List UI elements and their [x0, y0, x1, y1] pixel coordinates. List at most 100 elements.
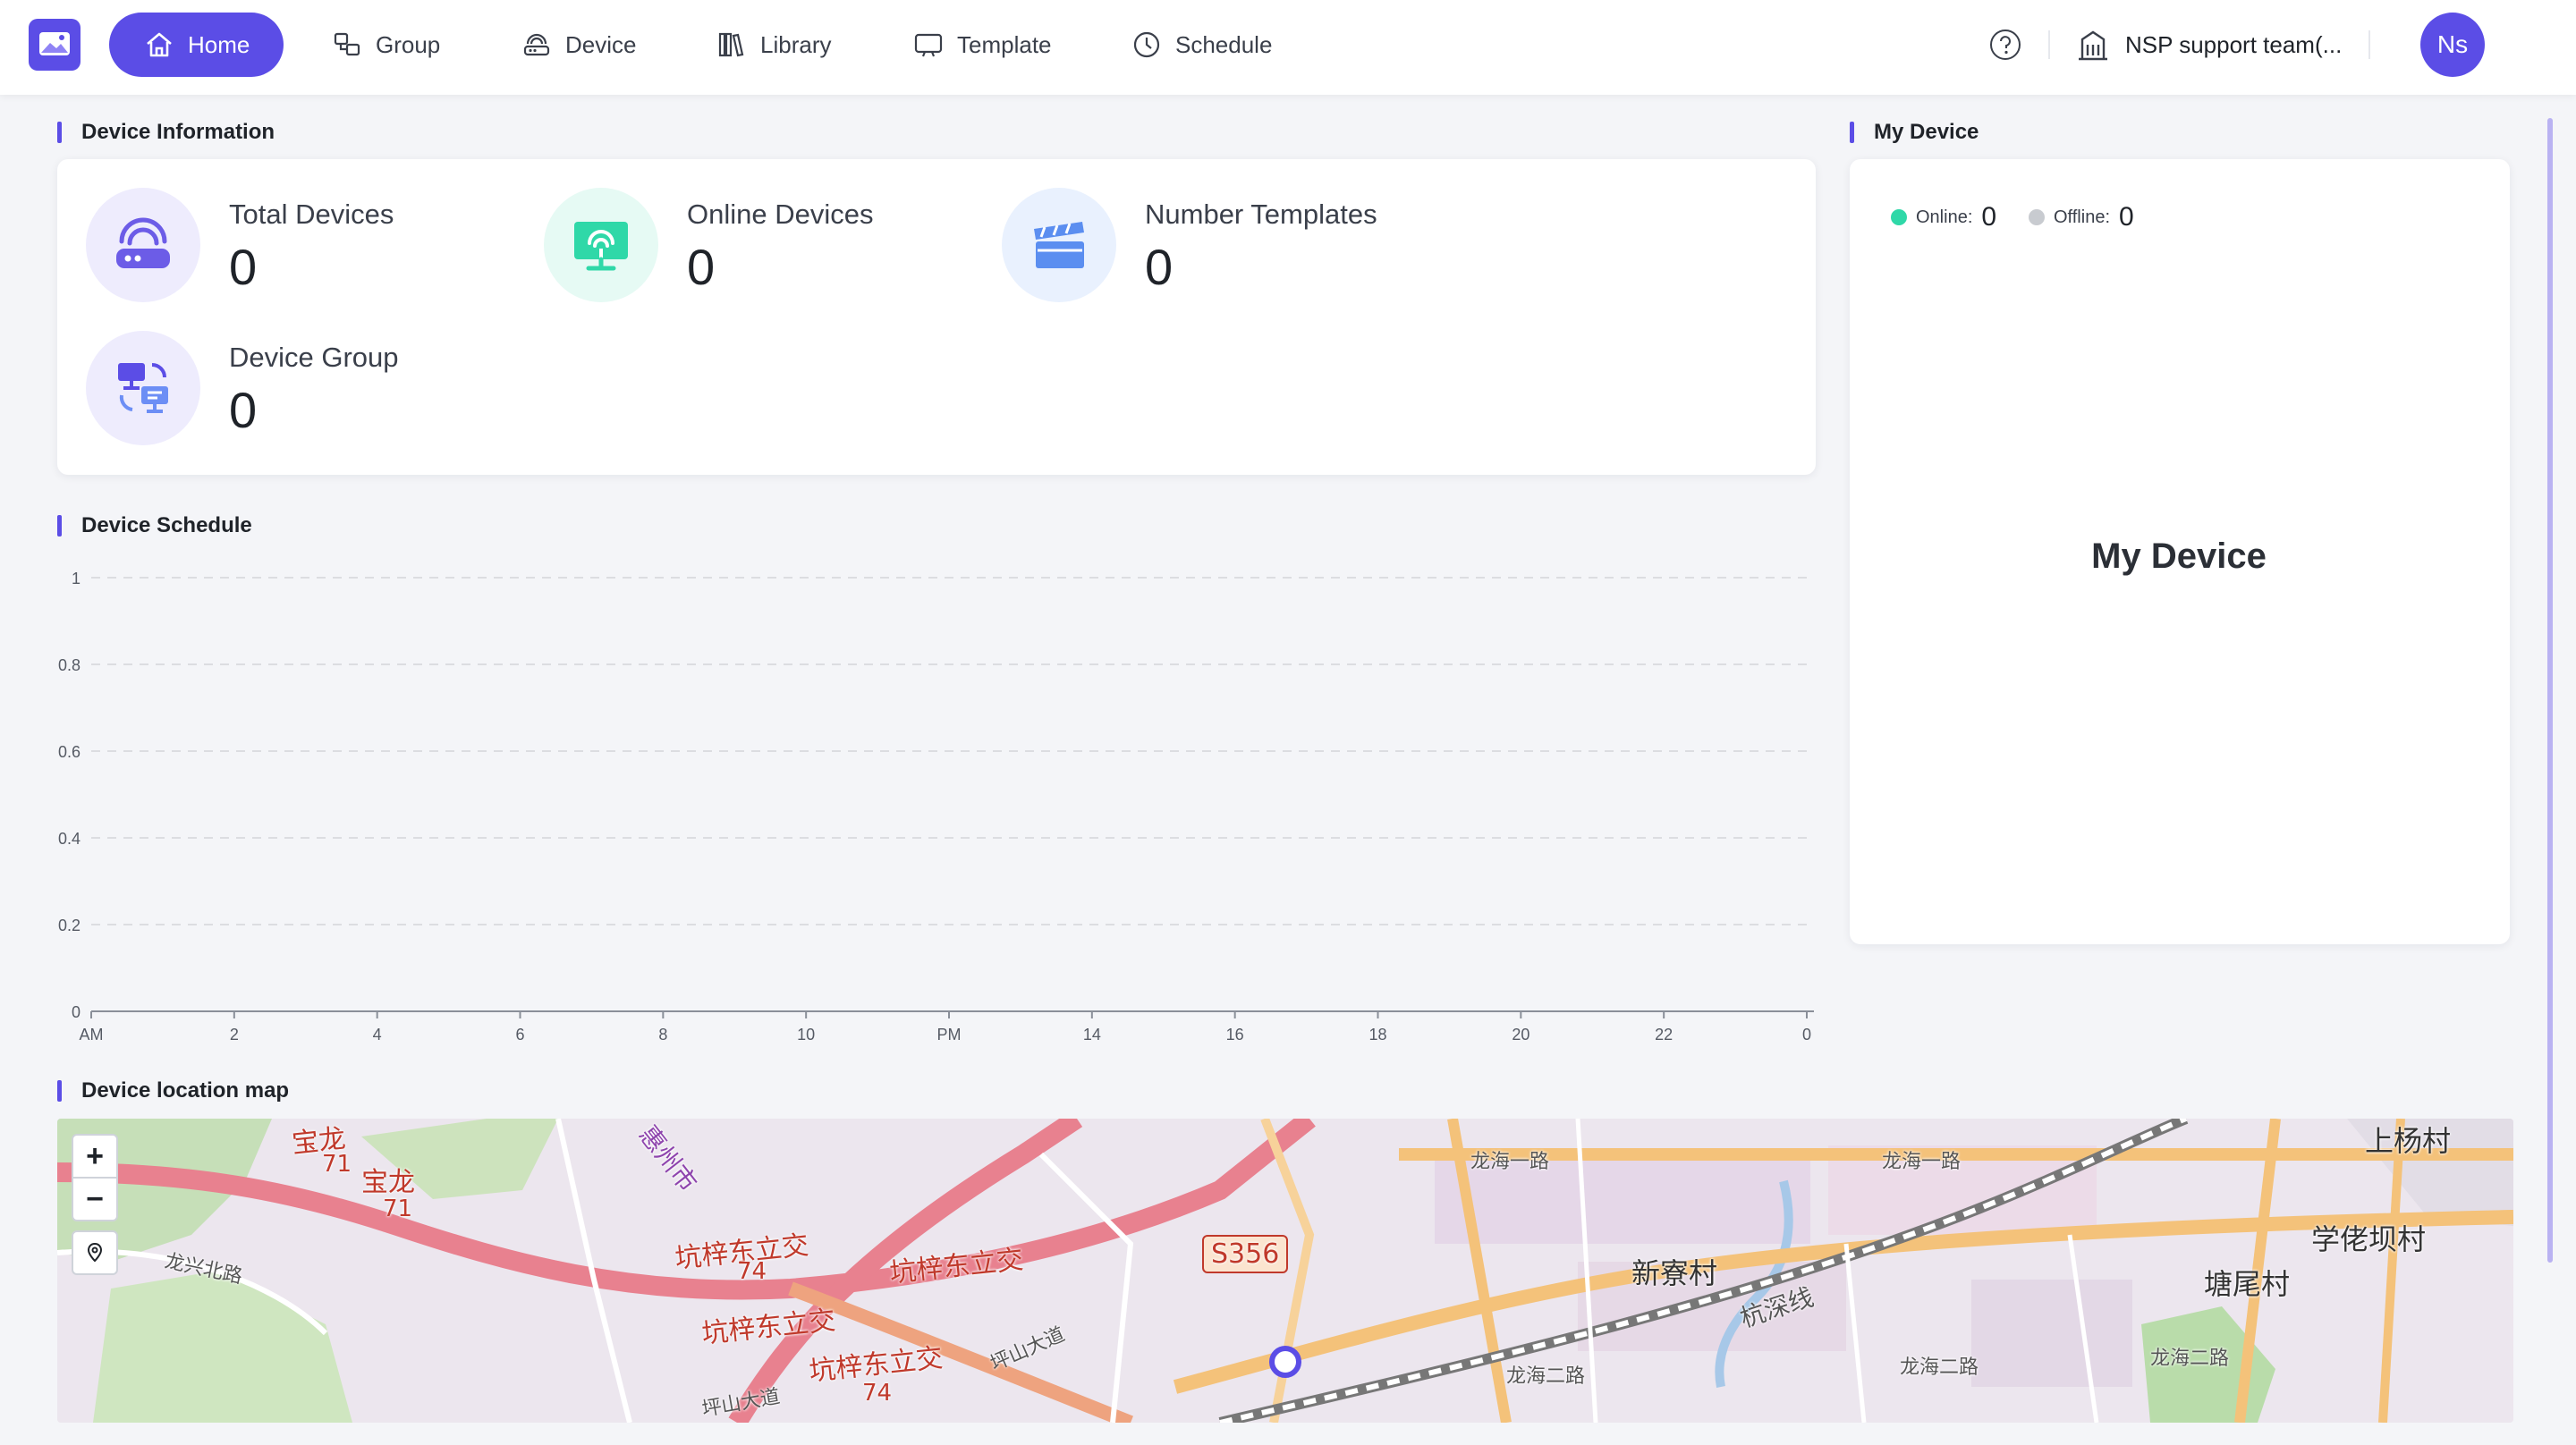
map-place-label: 龙海一路	[1882, 1151, 1962, 1173]
nav-group[interactable]: Group	[331, 13, 440, 77]
map-place-label: 龙海二路	[2150, 1348, 2230, 1370]
locate-control	[72, 1230, 118, 1275]
team-switcher[interactable]: NSP support team(...	[2073, 23, 2342, 66]
nav-home-label: Home	[188, 30, 250, 58]
x-tick-label: 4	[373, 1026, 382, 1044]
my-device-title-text: My Device	[1874, 120, 1979, 144]
app-logo[interactable]	[29, 19, 80, 71]
x-tick-label: 0	[1802, 1026, 1811, 1044]
map-place-label: 学佬坝村	[2311, 1222, 2427, 1256]
y-tick-label: 0.2	[58, 917, 80, 934]
map-place-label: 新寮村	[1631, 1256, 1718, 1290]
device-information-title: Device Information	[57, 120, 275, 145]
router-icon	[86, 188, 200, 302]
group-icon	[334, 32, 360, 56]
online-label: Online:	[1916, 207, 1973, 227]
online-legend: Online: 0	[1891, 202, 1996, 232]
building-icon	[2079, 30, 2107, 61]
user-avatar[interactable]: Ns	[2420, 13, 2485, 77]
page-scrollbar[interactable]	[2547, 118, 2553, 1263]
nav-schedule-label: Schedule	[1175, 30, 1273, 58]
team-name: NSP support team(...	[2125, 30, 2343, 58]
x-tick-label: PM	[937, 1026, 962, 1044]
x-tick-label: 22	[1655, 1026, 1673, 1044]
clock-icon	[1133, 31, 1160, 58]
nav-schedule[interactable]: Schedule	[1131, 13, 1272, 77]
template-icon	[914, 33, 943, 57]
stat-device-group-label: Device Group	[229, 342, 399, 373]
y-tick-label: 0	[72, 1003, 80, 1021]
device-location-map-title: Device location map	[57, 1078, 289, 1103]
offline-count: 0	[2119, 202, 2134, 232]
map-place-label: 74	[737, 1258, 767, 1285]
x-tick-label: 2	[230, 1026, 239, 1044]
x-tick-label: 8	[658, 1026, 667, 1044]
divider	[2048, 30, 2050, 59]
map-place-label: 71	[322, 1151, 352, 1178]
y-tick-label: 0.6	[58, 743, 80, 761]
device-schedule-title: Device Schedule	[57, 513, 252, 538]
nav-group-label: Group	[376, 30, 441, 58]
online-dot-icon	[1891, 209, 1907, 225]
nav-device[interactable]: Device	[521, 13, 636, 77]
map-place-label: S356	[1202, 1235, 1289, 1273]
y-tick-label: 1	[72, 570, 80, 587]
x-tick-label: 6	[515, 1026, 524, 1044]
zoom-controls: + −	[72, 1134, 118, 1221]
my-device-chart-title: My Device	[2091, 537, 2267, 576]
locate-button[interactable]	[73, 1232, 116, 1273]
nav-library-label: Library	[760, 30, 832, 58]
device-marker-icon[interactable]	[1269, 1346, 1301, 1378]
nav-template[interactable]: Template	[912, 13, 1052, 77]
stat-online-devices-label: Online Devices	[687, 199, 874, 230]
x-tick-label: 18	[1368, 1026, 1386, 1044]
y-tick-label: 0.4	[58, 830, 80, 848]
zoom-out-button[interactable]: −	[73, 1179, 116, 1220]
device-information-title-text: Device Information	[81, 120, 275, 144]
device-schedule-title-text: Device Schedule	[81, 513, 252, 537]
stat-device-group: Device Group 0	[86, 331, 533, 456]
my-device-title: My Device	[1850, 120, 1979, 145]
device-icon	[523, 33, 550, 56]
map-place-label: 宝龙	[361, 1167, 415, 1198]
zoom-in-button[interactable]: +	[73, 1136, 116, 1177]
map-place-label: 塘尾村	[2204, 1267, 2291, 1301]
monitor-signal-icon	[544, 188, 658, 302]
device-group-icon	[86, 331, 200, 445]
y-tick-label: 0.8	[58, 656, 80, 674]
help-icon[interactable]	[1987, 27, 2023, 63]
nav-device-label: Device	[565, 30, 637, 58]
device-information-card: Total Devices 0 Online Devices 0 Number …	[57, 159, 1816, 475]
map-place-label: 上杨村	[2365, 1124, 2452, 1158]
x-tick-label: 20	[1512, 1026, 1530, 1044]
stat-total-devices: Total Devices 0	[86, 188, 533, 313]
offline-label: Offline:	[2054, 207, 2110, 227]
map-place-label: 74	[862, 1380, 893, 1407]
offline-dot-icon	[2029, 209, 2045, 225]
nav-template-label: Template	[957, 30, 1052, 58]
stat-total-devices-label: Total Devices	[229, 199, 394, 230]
x-tick-label: 14	[1083, 1026, 1101, 1044]
stat-device-group-value: 0	[229, 382, 258, 438]
stat-number-templates-value: 0	[1145, 239, 1174, 295]
map-place-label: 龙海二路	[1506, 1365, 1586, 1388]
nav-library[interactable]: Library	[716, 13, 831, 77]
home-icon	[147, 32, 172, 57]
stat-online-devices-value: 0	[687, 239, 716, 295]
nav-home[interactable]: Home	[109, 13, 284, 77]
stat-number-templates-label: Number Templates	[1145, 199, 1377, 230]
device-location-map[interactable]: 宝龙 宝龙 71 71 惠州市 坑梓东立交 坑梓东立交 坑梓东立交 坑梓东立交 74 74 S356 龙…	[57, 1119, 2513, 1423]
stat-total-devices-value: 0	[229, 239, 258, 295]
x-tick-label: AM	[80, 1026, 104, 1044]
divider	[2368, 30, 2370, 59]
location-pin-icon	[87, 1242, 103, 1263]
online-count: 0	[1981, 202, 1997, 232]
stat-online-devices: Online Devices 0	[544, 188, 991, 313]
clapperboard-icon	[1002, 188, 1116, 302]
stat-number-templates: Number Templates 0	[1002, 188, 1449, 313]
map-place-label: 龙海二路	[1900, 1356, 1979, 1379]
device-location-map-title-text: Device location map	[81, 1078, 290, 1103]
avatar-initials: Ns	[2436, 30, 2469, 58]
library-icon	[718, 32, 744, 57]
x-tick-label: 16	[1226, 1026, 1244, 1044]
